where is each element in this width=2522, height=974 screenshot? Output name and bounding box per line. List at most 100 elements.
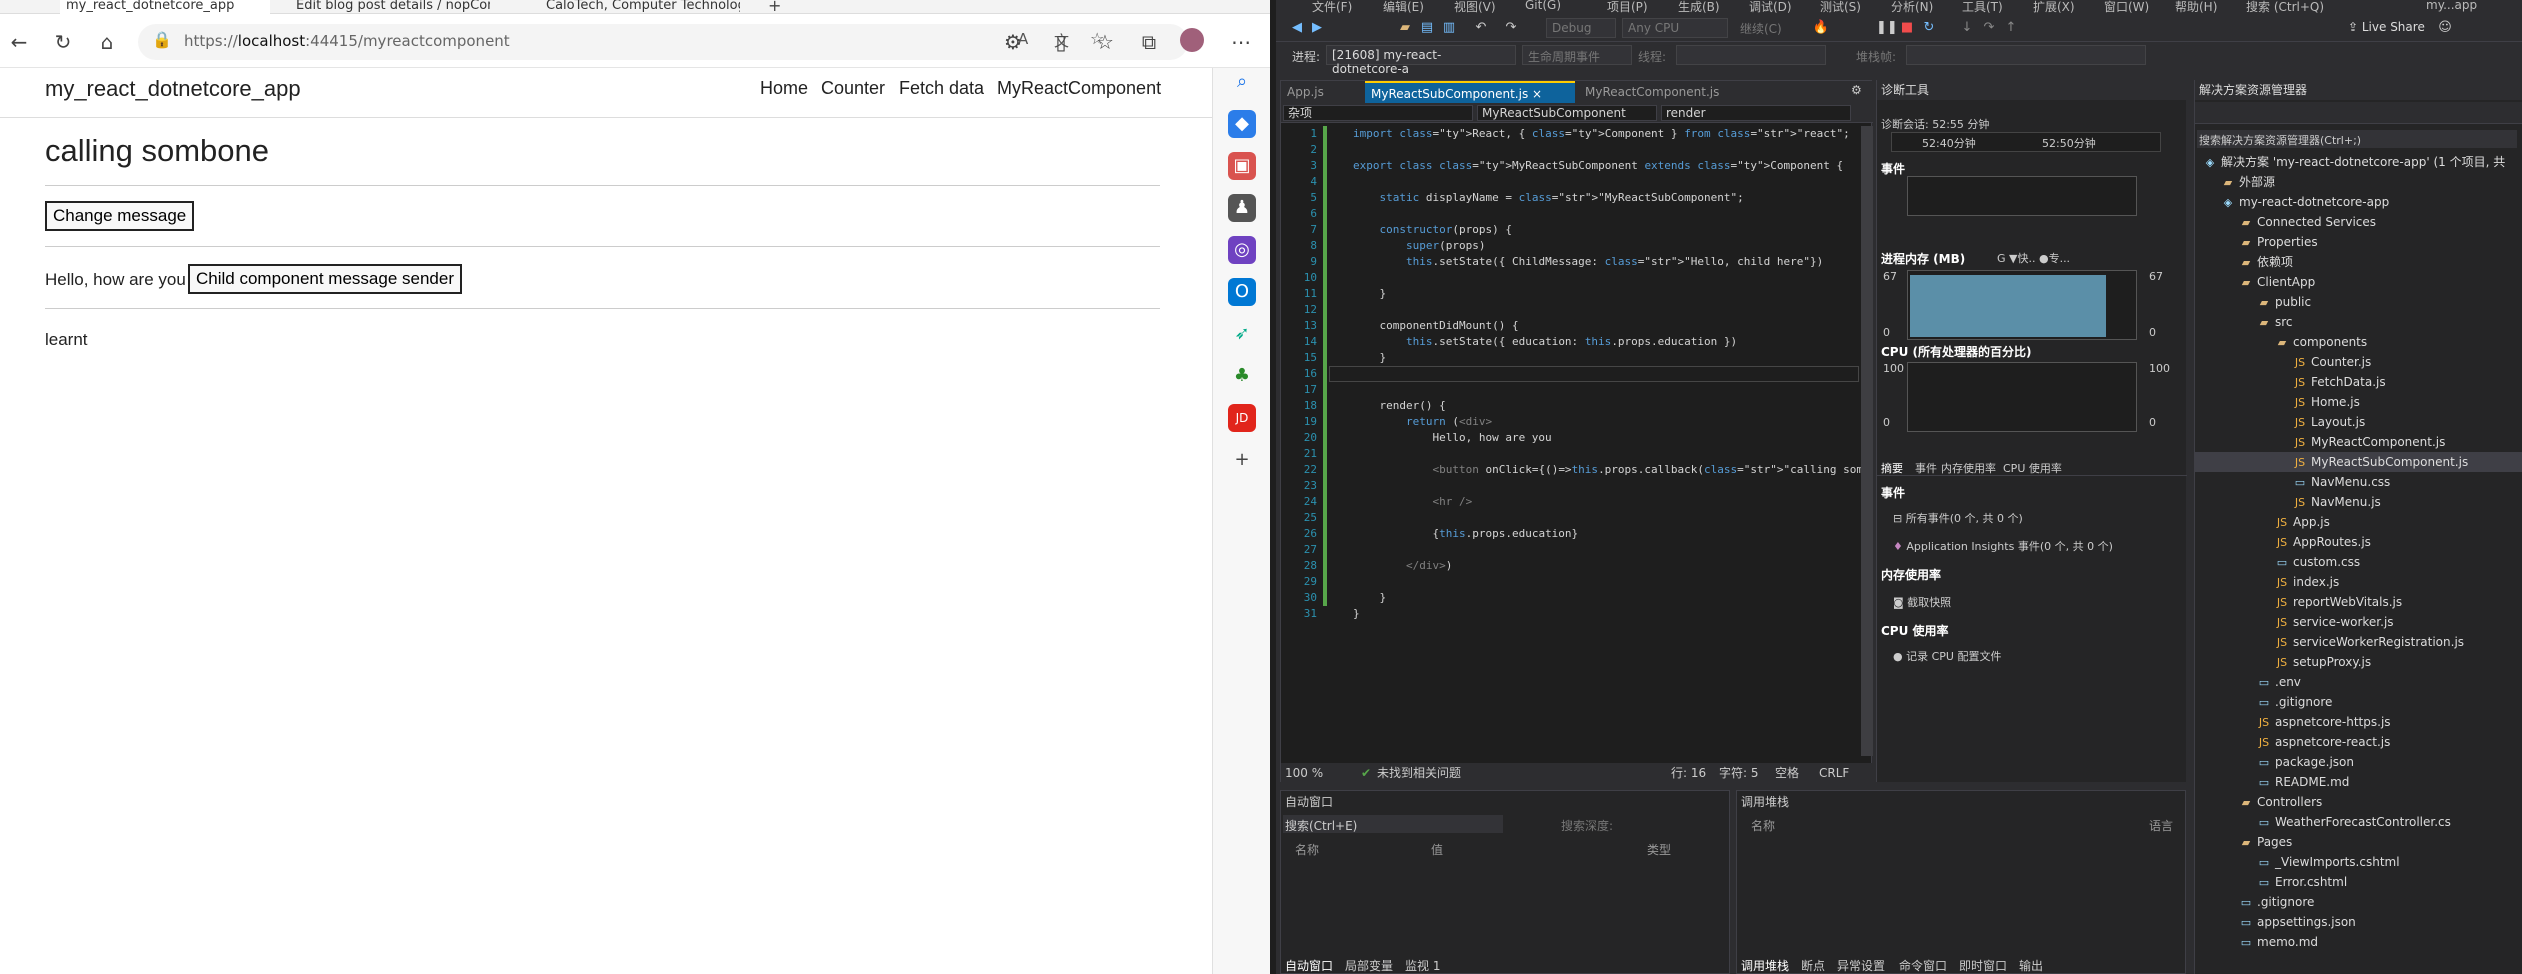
tree-item[interactable]: JS serviceWorkerRegistration.js bbox=[2275, 632, 2464, 652]
tree-item[interactable]: ▰ Pages bbox=[2239, 832, 2293, 852]
tree-item[interactable]: JS Layout.js bbox=[2293, 412, 2365, 432]
tree-item[interactable]: ▭ appsettings.json bbox=[2239, 912, 2356, 932]
tree-item[interactable]: ▭ .gitignore bbox=[2257, 692, 2333, 712]
member-combo[interactable]: render bbox=[1661, 105, 1851, 121]
tree-item[interactable]: JS NavMenu.js bbox=[2293, 492, 2381, 512]
extensions-icon[interactable]: ⚙ bbox=[998, 30, 1028, 54]
pause-icon[interactable]: ❚❚ bbox=[1876, 20, 1898, 36]
collections-icon[interactable]: ⧉ bbox=[1134, 30, 1164, 54]
menu-item[interactable]: 窗口(W) bbox=[2104, 0, 2149, 15]
save-icon[interactable]: ▤ bbox=[1418, 20, 1436, 36]
tab-summary[interactable]: 摘要 bbox=[1881, 460, 1903, 476]
tree-icon[interactable]: ♣ bbox=[1228, 362, 1256, 390]
settings-icon[interactable]: ⚙ bbox=[1851, 83, 1862, 97]
back-nav-icon[interactable]: ◀ bbox=[1288, 20, 1306, 36]
continue-button[interactable]: 继续(C) bbox=[1740, 20, 1782, 37]
tab-output[interactable]: 输出 bbox=[2019, 957, 2043, 974]
tree-item[interactable]: ▭ package.json bbox=[2257, 752, 2354, 772]
tree-item[interactable]: JS Counter.js bbox=[2293, 352, 2371, 372]
thread-combo[interactable] bbox=[1676, 45, 1826, 65]
tree-item[interactable]: ▰ Properties bbox=[2239, 232, 2318, 252]
tab-cpu[interactable]: CPU 使用率 bbox=[2003, 460, 2062, 476]
tree-item[interactable]: ▭ README.md bbox=[2257, 772, 2350, 792]
nav-home[interactable]: Home bbox=[760, 78, 808, 99]
tree-item[interactable]: ▭ .gitignore bbox=[2239, 892, 2315, 912]
step-over-icon[interactable]: ↷ bbox=[1980, 20, 1998, 36]
address-bar[interactable]: 🔒 https://localhost:44415/myreactcompone… bbox=[138, 24, 1188, 60]
tree-item[interactable]: JS App.js bbox=[2275, 512, 2330, 532]
menu-item[interactable]: my...app bbox=[2426, 0, 2477, 12]
tree-item[interactable]: JS Home.js bbox=[2293, 392, 2360, 412]
browser-tab-nopcommerce[interactable]: Edit blog post details / nopComm bbox=[290, 0, 490, 14]
tree-item[interactable]: ▭ Error.cshtml bbox=[2257, 872, 2347, 892]
all-events-link[interactable]: ⊟ 所有事件(0 个, 共 0 个) bbox=[1893, 510, 2023, 526]
tab-watch[interactable]: 监视 1 bbox=[1405, 957, 1440, 974]
tree-item[interactable]: JS MyReactSubComponent.js bbox=[2195, 452, 2522, 472]
tree-item[interactable]: ◈ 解决方案 'my-react-dotnetcore-app' (1 个项目, … bbox=[2203, 152, 2505, 172]
stop-icon[interactable]: ■ bbox=[1898, 20, 1916, 36]
forward-nav-icon[interactable]: ▶ bbox=[1308, 20, 1326, 36]
tree-item[interactable]: JS service-worker.js bbox=[2275, 612, 2394, 632]
tree-item[interactable]: ▭ WeatherForecastController.cs bbox=[2257, 812, 2451, 832]
menu-item[interactable]: Git(G) bbox=[1525, 0, 1561, 12]
save-all-icon[interactable]: ▥ bbox=[1440, 20, 1458, 36]
tree-item[interactable]: ▰ components bbox=[2275, 332, 2367, 352]
tree-item[interactable]: ▰ Controllers bbox=[2239, 792, 2323, 812]
tab-callstack[interactable]: 调用堆栈 bbox=[1741, 957, 1789, 974]
shopping-icon[interactable]: ◆ bbox=[1228, 110, 1256, 138]
tab-myreactcomponent-js[interactable]: MyReactComponent.js bbox=[1579, 81, 1769, 103]
search-icon[interactable]: ⌕ bbox=[1228, 68, 1256, 96]
tree-item[interactable]: ▭ .env bbox=[2257, 672, 2301, 692]
new-tab-button[interactable]: + bbox=[768, 0, 781, 15]
home-icon[interactable]: ⌂ bbox=[92, 30, 122, 54]
brand-link[interactable]: my_react_dotnetcore_app bbox=[45, 76, 301, 102]
feedback-icon[interactable]: ☺ bbox=[2436, 20, 2454, 36]
zoom-level[interactable]: 100 % bbox=[1285, 763, 1323, 783]
menu-item[interactable]: 视图(V) bbox=[1454, 0, 1496, 15]
close-icon[interactable]: × bbox=[1532, 87, 1542, 101]
tree-item[interactable]: JS aspnetcore-https.js bbox=[2257, 712, 2391, 732]
menu-item[interactable]: 测试(S) bbox=[1820, 0, 1861, 15]
tree-item[interactable]: ▰ public bbox=[2257, 292, 2311, 312]
lifecycle-button[interactable]: 生命周期事件 bbox=[1522, 45, 1632, 65]
tree-item[interactable]: ▰ 依赖项 bbox=[2239, 252, 2293, 272]
tree-item[interactable]: ▰ 外部源 bbox=[2221, 172, 2275, 192]
hot-reload-icon[interactable]: 🔥 bbox=[1812, 20, 1830, 36]
undo-icon[interactable]: ↶ bbox=[1472, 20, 1490, 36]
project-combo[interactable]: 杂项 bbox=[1283, 105, 1473, 121]
tree-item[interactable]: ▭ memo.md bbox=[2239, 932, 2318, 952]
app-insights-link[interactable]: ♦ Application Insights 事件(0 个, 共 0 个) bbox=[1893, 538, 2113, 554]
tab-exceptions[interactable]: 异常设置 bbox=[1837, 957, 1885, 974]
menu-item[interactable]: 调试(D) bbox=[1749, 0, 1792, 15]
tree-item[interactable]: JS index.js bbox=[2275, 572, 2339, 592]
take-snapshot-button[interactable]: ◙ 截取快照 bbox=[1893, 594, 1951, 610]
tab-immediate[interactable]: 即时窗口 bbox=[1959, 957, 2007, 974]
process-combo[interactable]: [21608] my-react-dotnetcore-a bbox=[1326, 45, 1516, 76]
refresh-icon[interactable]: ↻ bbox=[48, 30, 78, 54]
nav-counter[interactable]: Counter bbox=[821, 78, 885, 99]
tree-item[interactable]: ▰ src bbox=[2257, 312, 2293, 332]
browser-tab-app[interactable]: my_react_dotnetcore_app bbox=[60, 0, 270, 14]
menu-item[interactable]: 文件(F) bbox=[1312, 0, 1352, 15]
tree-item[interactable]: ▭ custom.css bbox=[2275, 552, 2360, 572]
games-icon[interactable]: ♟ bbox=[1228, 194, 1256, 222]
favorites-icon[interactable]: ☆ bbox=[1090, 30, 1120, 54]
step-into-icon[interactable]: ↓ bbox=[1958, 20, 1976, 36]
outlook-icon[interactable]: O bbox=[1228, 278, 1256, 306]
solution-search[interactable]: 搜索解决方案资源管理器(Ctrl+;) bbox=[2197, 130, 2517, 148]
redo-icon[interactable]: ↷ bbox=[1502, 20, 1520, 36]
menu-item[interactable]: 编辑(E) bbox=[1383, 0, 1424, 15]
tree-item[interactable]: JS FetchData.js bbox=[2293, 372, 2386, 392]
nav-myreactcomponent[interactable]: MyReactComponent bbox=[997, 78, 1161, 99]
platform-combo[interactable]: Any CPU bbox=[1622, 18, 1728, 38]
back-icon[interactable]: ← bbox=[4, 30, 34, 54]
tree-item[interactable]: ▭ NavMenu.css bbox=[2293, 472, 2391, 492]
microsoft365-icon[interactable]: ◎ bbox=[1228, 236, 1256, 264]
jd-icon[interactable]: JD bbox=[1228, 404, 1256, 432]
drop-icon[interactable]: ➶ bbox=[1228, 320, 1256, 348]
live-share-button[interactable]: ⇪ Live Share bbox=[2348, 20, 2425, 34]
config-combo[interactable]: Debug bbox=[1546, 18, 1616, 38]
tab-autos[interactable]: 自动窗口 bbox=[1285, 957, 1333, 974]
restart-icon[interactable]: ↻ bbox=[1920, 20, 1938, 36]
tree-item[interactable]: JS setupProxy.js bbox=[2275, 652, 2371, 672]
